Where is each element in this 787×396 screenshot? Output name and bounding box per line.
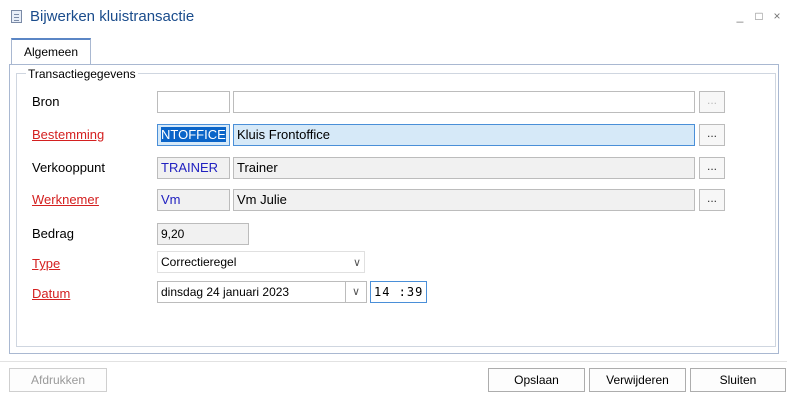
datum-date-picker[interactable]: dinsdag 24 januari 2023 ∨: [157, 281, 367, 303]
bron-description-input[interactable]: [233, 91, 695, 113]
werknemer-description-input[interactable]: Vm Julie: [233, 189, 695, 211]
bedrag-label: Bedrag: [32, 226, 74, 241]
verkooppunt-label: Verkooppunt: [32, 160, 106, 175]
datum-date-value: dinsdag 24 januari 2023: [161, 285, 290, 299]
type-select-value: Correctieregel: [161, 255, 237, 269]
bestemming-description-input[interactable]: Kluis Frontoffice: [233, 124, 695, 146]
window-title: Bijwerken kluistransactie: [30, 8, 195, 25]
chevron-down-icon: ∨: [352, 257, 361, 269]
footer-divider: [0, 361, 787, 362]
datum-label[interactable]: Datum: [32, 286, 70, 301]
bestemming-code-text: NTOFFICE: [161, 127, 226, 142]
bron-label: Bron: [32, 94, 60, 109]
datum-time-input[interactable]: 14 :39: [370, 281, 427, 303]
maximize-button[interactable]: □: [752, 9, 766, 23]
document-icon: [11, 10, 22, 23]
bestemming-browse-button[interactable]: ...: [699, 124, 725, 146]
tab-algemeen[interactable]: Algemeen: [11, 38, 91, 65]
verkooppunt-code-input[interactable]: TRAINER: [157, 157, 230, 179]
bron-browse-button[interactable]: ...: [699, 91, 725, 113]
type-label[interactable]: Type: [32, 256, 60, 271]
tab-strip: Algemeen: [9, 35, 779, 65]
werknemer-browse-button[interactable]: ...: [699, 189, 725, 211]
bedrag-input[interactable]: 9,20: [157, 223, 249, 245]
title-bar: Bijwerken kluistransactie _ □ ×: [0, 0, 787, 34]
print-button[interactable]: Afdrukken: [9, 368, 107, 392]
bestemming-code-input[interactable]: NTOFFICE: [157, 124, 230, 146]
minimize-button[interactable]: _: [733, 9, 747, 23]
type-select[interactable]: Correctieregel ∨: [157, 251, 365, 273]
close-button[interactable]: Sluiten: [690, 368, 786, 392]
werknemer-code-input[interactable]: Vm: [157, 189, 230, 211]
chevron-down-icon[interactable]: ∨: [345, 281, 366, 303]
verkooppunt-description-input[interactable]: Trainer: [233, 157, 695, 179]
close-window-button[interactable]: ×: [770, 9, 784, 23]
bron-code-input[interactable]: [157, 91, 230, 113]
delete-button[interactable]: Verwijderen: [589, 368, 686, 392]
save-button[interactable]: Opslaan: [488, 368, 585, 392]
group-legend: Transactiegegevens: [26, 67, 138, 81]
bestemming-label[interactable]: Bestemming: [32, 127, 104, 142]
werknemer-label[interactable]: Werknemer: [32, 192, 99, 207]
verkooppunt-browse-button[interactable]: ...: [699, 157, 725, 179]
